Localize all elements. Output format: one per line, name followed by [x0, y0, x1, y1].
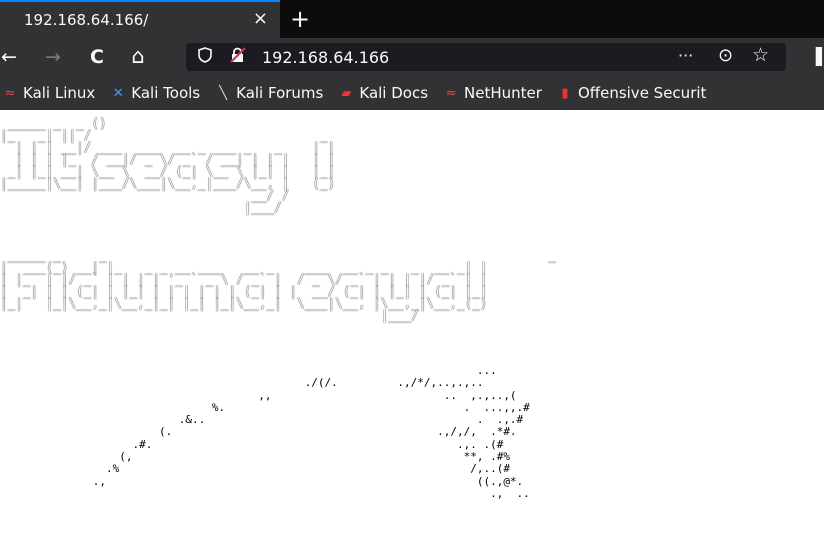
bookmark-kali-linux[interactable]: ≈ Kali Linux	[2, 84, 96, 102]
kali-forums-icon: ╲	[219, 85, 228, 101]
navigation-toolbar: ← → C ⌂ 192.168.64.166 ··· ⊙ ☆ ▌	[0, 38, 824, 76]
kali-docs-icon: ▰	[341, 85, 352, 101]
reload-icon[interactable]: C	[86, 46, 108, 68]
bookmark-kali-forums[interactable]: ╲ Kali Forums	[215, 84, 323, 102]
home-icon[interactable]: ⌂	[126, 44, 150, 68]
new-tab-icon[interactable]: +	[290, 0, 310, 38]
tab-title: 192.168.64.166/	[24, 11, 149, 29]
kali-tools-icon: ✕	[112, 85, 124, 101]
bookmark-kali-tools[interactable]: ✕ Kali Tools	[110, 84, 200, 102]
bookmarks-toolbar: ≈ Kali Linux ✕ Kali Tools ╲ Kali Forums …	[0, 76, 824, 110]
forward-icon[interactable]: →	[42, 46, 64, 68]
bookmark-offensive-security[interactable]: ▮ Offensive Securit	[557, 84, 706, 102]
page-content: _____ _ _ () |_ _| || / _ | | | __|/ ___…	[0, 110, 824, 534]
bookmark-label: NetHunter	[464, 84, 542, 102]
bookmark-kali-docs[interactable]: ▰ Kali Docs	[338, 84, 428, 102]
offsec-icon: ▮	[561, 85, 569, 101]
back-icon[interactable]: ←	[0, 46, 20, 68]
url-text[interactable]: 192.168.64.166	[262, 48, 389, 67]
insecure-lock-icon[interactable]	[230, 47, 246, 67]
page-actions-icon[interactable]: ···	[678, 46, 693, 65]
ascii-banner-its-easy: _____ _ _ () |_ _| || / _ | | | __|/ ___…	[0, 115, 336, 216]
nethunter-icon: ≈	[445, 85, 457, 101]
browser-tab[interactable]: 192.168.64.166/ ×	[0, 0, 280, 38]
close-tab-icon[interactable]: ×	[253, 8, 268, 29]
pocket-icon[interactable]: ⊙	[718, 45, 733, 66]
kali-dragon-icon: ≈	[4, 85, 16, 101]
ascii-banner-fiduma-egual: _____ _ _ _ | ___(_) __| |_ _ _ __ ___ _…	[0, 247, 556, 324]
bookmark-label: Offensive Securit	[577, 84, 707, 102]
tracking-protection-icon[interactable]	[198, 47, 212, 67]
ascii-art-figure: ... ./(/. .,/*/,..,.,.. ,, .. ,.,..,( %.	[92, 364, 530, 500]
tab-strip: 192.168.64.166/ × +	[0, 0, 824, 38]
bookmark-label: Kali Forums	[236, 84, 324, 102]
library-icon[interactable]: ▌	[816, 47, 824, 66]
url-bar[interactable]: 192.168.64.166 ··· ⊙ ☆	[186, 43, 786, 71]
bookmark-nethunter[interactable]: ≈ NetHunter	[443, 84, 542, 102]
bookmark-label: Kali Linux	[23, 84, 96, 102]
bookmark-label: Kali Docs	[359, 84, 429, 102]
bookmark-star-icon[interactable]: ☆	[752, 44, 769, 66]
bookmark-label: Kali Tools	[131, 84, 201, 102]
